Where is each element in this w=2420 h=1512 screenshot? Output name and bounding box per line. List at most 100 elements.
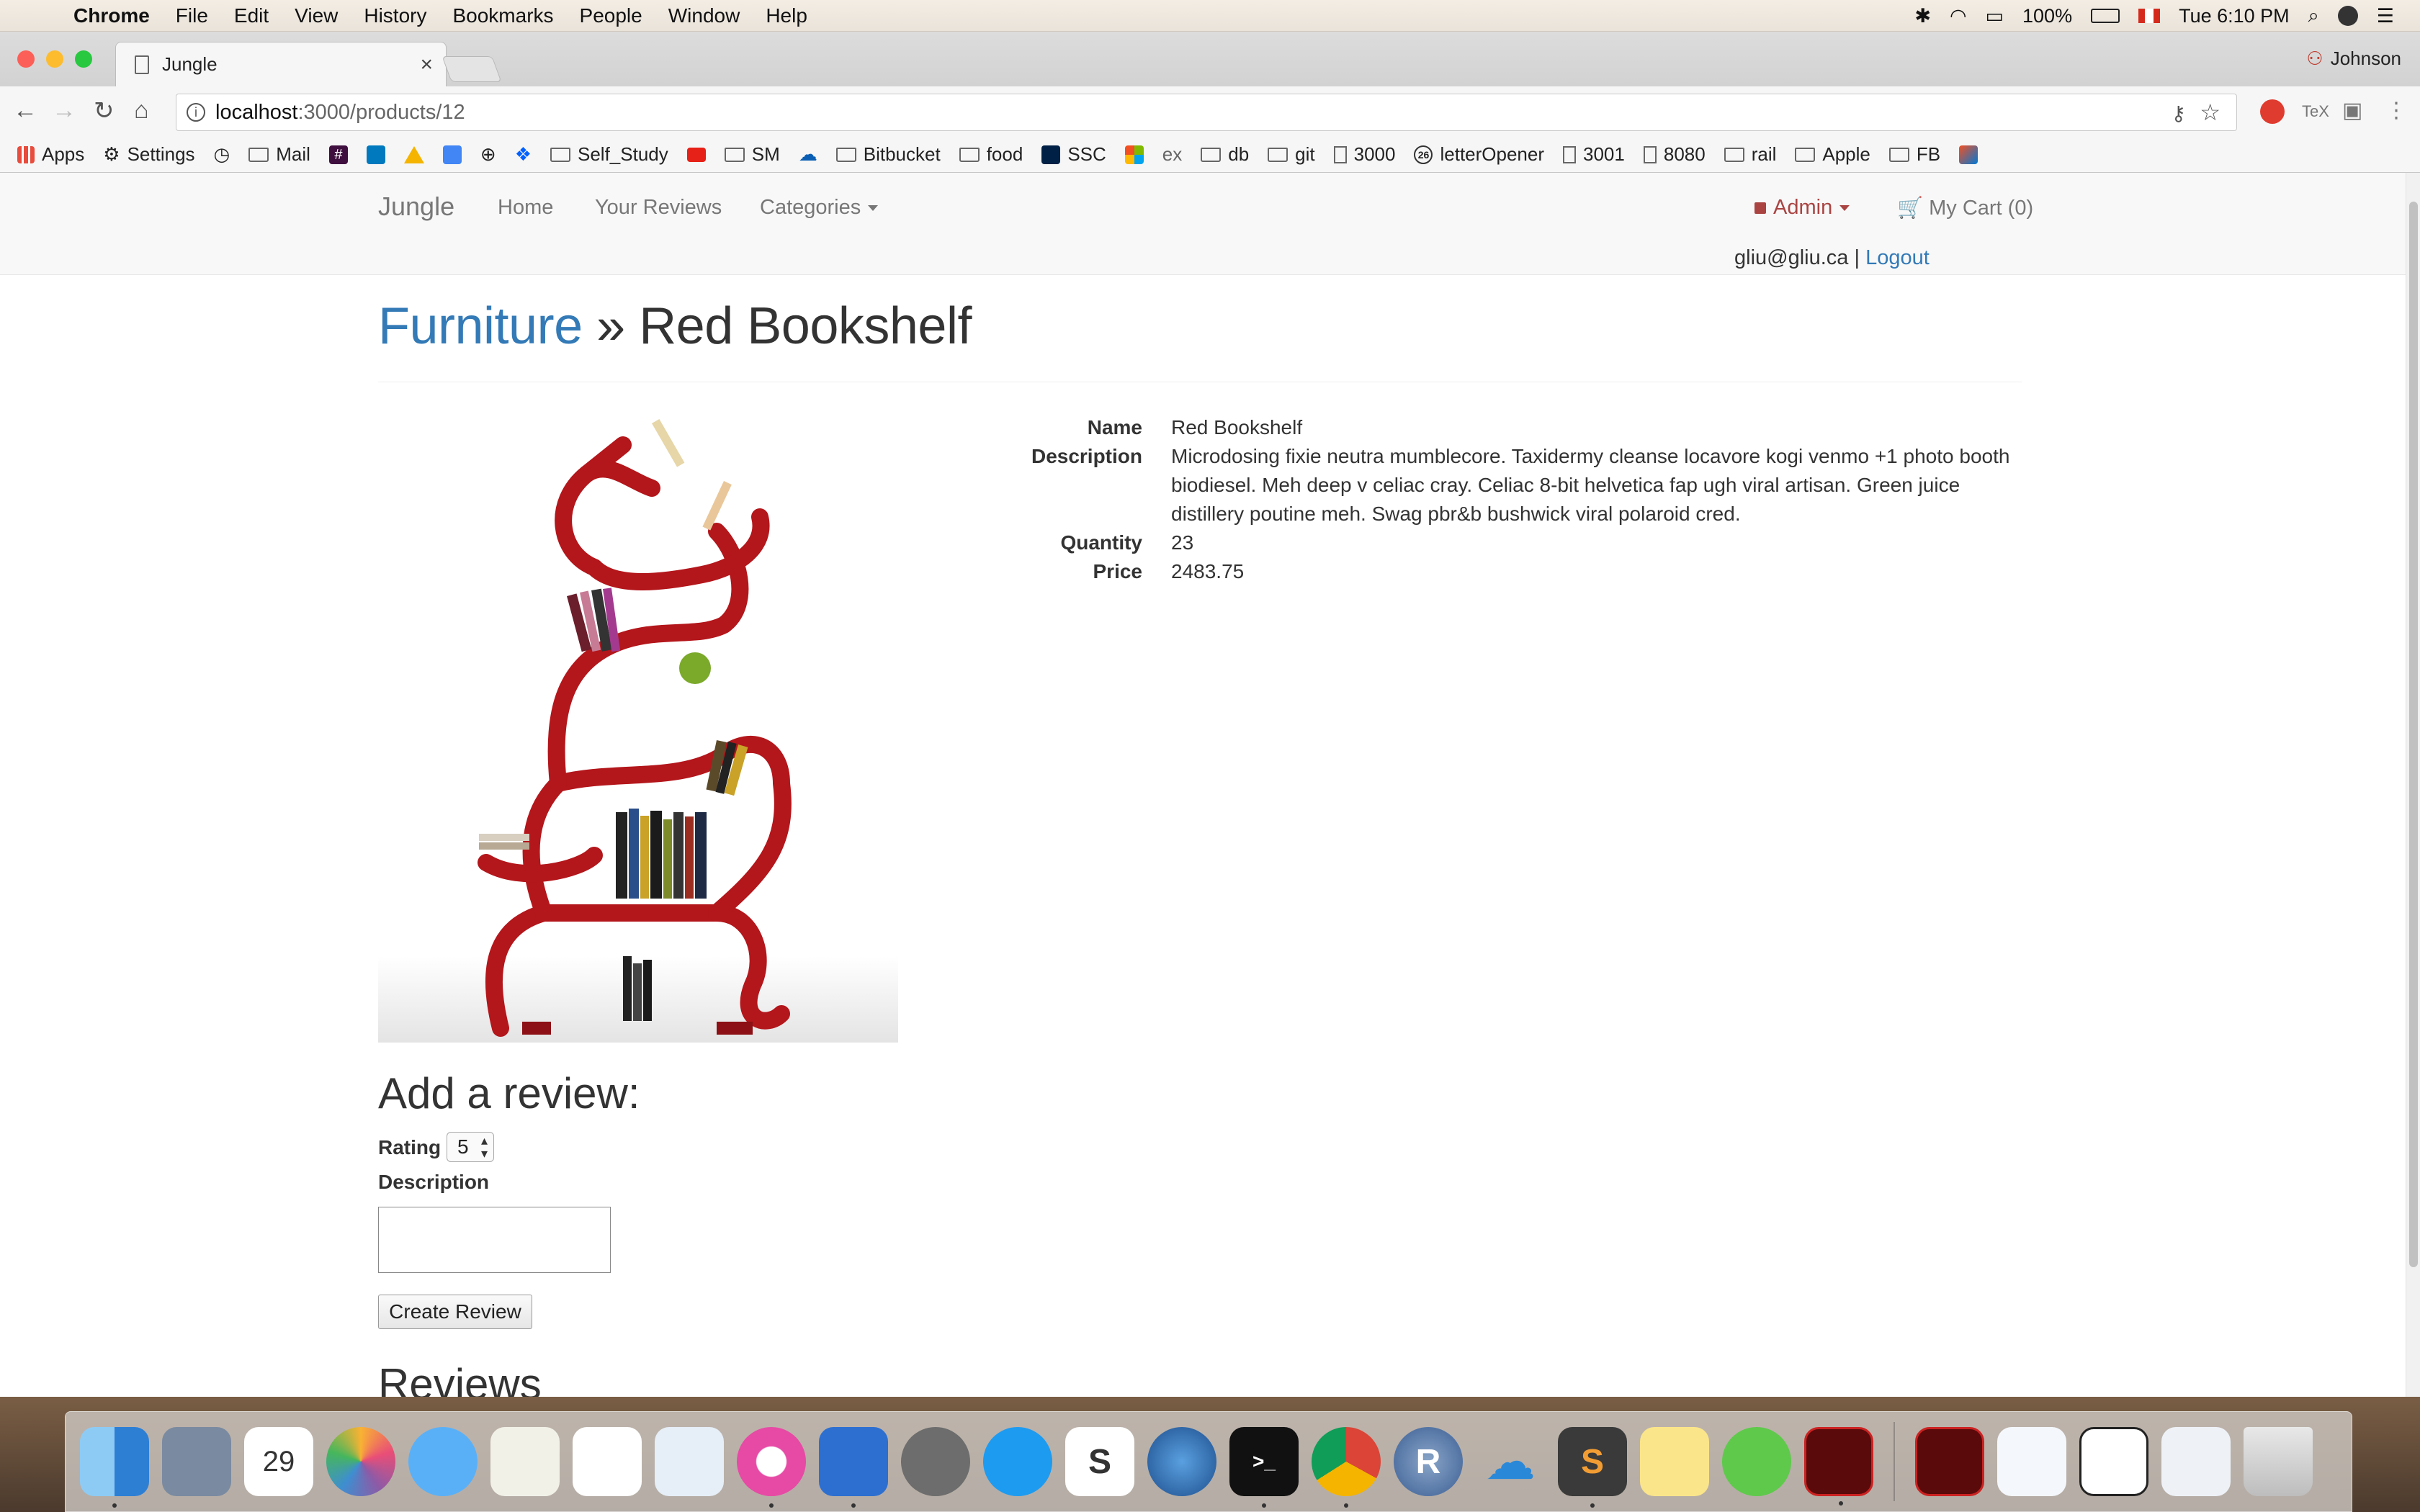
chrome-menu-icon[interactable]: ⋮ [2385, 98, 2407, 123]
bookmark-db[interactable]: db [1201, 143, 1249, 166]
flag-icon[interactable] [2138, 9, 2161, 23]
chrome-icon[interactable] [1312, 1427, 1381, 1508]
globe-icon[interactable] [1147, 1427, 1216, 1496]
bookmark-microsoft[interactable] [1124, 145, 1144, 164]
bookmark-fb[interactable]: FB [1888, 143, 1940, 166]
xcode-icon[interactable] [819, 1427, 888, 1508]
menu-app-name[interactable]: Chrome [60, 4, 163, 27]
bookmark-letteropener[interactable]: 26 letterOpener [1414, 143, 1544, 166]
bookmark-onedrive[interactable]: ☁ [799, 143, 817, 166]
rating-select[interactable]: 5 ▴ ▾ [447, 1132, 494, 1162]
scrollbar-thumb[interactable] [2409, 202, 2418, 1267]
r-icon[interactable]: R [1394, 1427, 1463, 1496]
finder-icon[interactable] [80, 1427, 149, 1508]
bookmark-drive[interactable] [403, 145, 424, 163]
pages-icon[interactable] [490, 1427, 560, 1496]
menu-clock[interactable]: Tue 6:10 PM [2179, 5, 2290, 27]
nav-your-reviews[interactable]: Your Reviews [595, 196, 722, 220]
blank-document-icon[interactable] [2079, 1427, 2148, 1496]
bookmark-trello[interactable] [366, 145, 385, 164]
bluetooth-icon[interactable]: ✱ [1914, 5, 1931, 27]
bookmark-settings[interactable]: ⚙ Settings [103, 143, 194, 166]
photos-icon[interactable] [326, 1427, 395, 1496]
bookmark-sm[interactable]: SM [724, 143, 780, 166]
mail-icon[interactable] [162, 1427, 231, 1496]
forward-arrow-icon[interactable]: → [52, 96, 76, 125]
nav-categories-dropdown[interactable]: Categories [760, 196, 879, 220]
reload-icon[interactable]: ↻ [94, 96, 115, 125]
bookmark-bitbucket[interactable]: Bitbucket [835, 143, 941, 166]
menu-people[interactable]: People [567, 4, 655, 27]
browser-tab[interactable]: Jungle × [115, 42, 447, 86]
close-window-button[interactable] [17, 50, 35, 68]
system-preferences-icon[interactable] [901, 1427, 970, 1496]
bookmark-dropbox[interactable]: ❖ [515, 143, 532, 166]
close-tab-icon[interactable]: × [420, 53, 433, 77]
bookmark-git[interactable]: git [1268, 143, 1315, 166]
description-textarea[interactable] [378, 1207, 611, 1273]
camera-extension-icon[interactable]: ▣ [2342, 98, 2362, 123]
new-tab-button[interactable] [442, 56, 502, 82]
zoom-window-button[interactable] [75, 50, 92, 68]
menu-file[interactable]: File [163, 4, 221, 27]
tex-extension-icon[interactable]: TeX [2302, 102, 2329, 121]
home-icon[interactable]: ⌂ [134, 96, 149, 125]
menu-edit[interactable]: Edit [221, 4, 282, 27]
bookmark-ssc[interactable]: SSC [1041, 143, 1106, 166]
minimize-window-button[interactable] [46, 50, 63, 68]
category-link[interactable]: Furniture [378, 297, 583, 355]
bookmark-food[interactable]: food [959, 143, 1023, 166]
keynote-icon[interactable] [655, 1427, 724, 1496]
spotlight-search-icon[interactable]: ⌕ [2308, 4, 2319, 27]
bookmark-history[interactable]: ◷ [214, 143, 230, 166]
menu-view[interactable]: View [282, 4, 351, 27]
notification-center-icon[interactable]: ☰ [2377, 5, 2394, 27]
downloads-stack-icon[interactable] [2161, 1427, 2231, 1496]
nav-home[interactable]: Home [498, 196, 553, 220]
bookmark-ex[interactable]: ex [1162, 143, 1182, 166]
acrobat-document-icon[interactable] [1915, 1427, 1984, 1496]
acrobat-icon[interactable] [1804, 1427, 1873, 1506]
terminal-icon[interactable]: >_ [1229, 1427, 1299, 1508]
page-scrollbar[interactable] [2406, 173, 2420, 1397]
wifi-icon[interactable]: ◠ [1950, 5, 1967, 27]
bookmark-translate[interactable] [442, 145, 462, 164]
address-bar[interactable]: i localhost:3000/products/12 ⚷ ☆ [176, 94, 2237, 131]
cart-link[interactable]: 🛒 My Cart (0) [1897, 196, 2033, 220]
numbers-icon[interactable] [573, 1427, 642, 1496]
adblock-icon[interactable] [2260, 99, 2285, 124]
logout-link[interactable]: Logout [1865, 246, 1930, 269]
airplay-icon[interactable]: ▭ [1986, 5, 2004, 27]
menu-history[interactable]: History [351, 4, 439, 27]
bookmark-3001[interactable]: 3001 [1563, 143, 1625, 166]
app-store-icon[interactable] [983, 1427, 1052, 1496]
bookmark-mail[interactable]: Mail [248, 143, 310, 166]
siri-icon[interactable] [2337, 6, 2358, 26]
bookmark-star-icon[interactable]: ☆ [2200, 99, 2220, 126]
bookmark-8080[interactable]: 8080 [1643, 143, 1706, 166]
bookmark-apps[interactable]: Apps [17, 143, 84, 166]
site-brand[interactable]: Jungle [378, 192, 454, 222]
itunes-icon[interactable] [737, 1427, 806, 1508]
bookmark-apple[interactable]: Apple [1795, 143, 1870, 166]
notes-icon[interactable] [1640, 1427, 1709, 1496]
bookmark-self-study[interactable]: Self_Study [550, 143, 668, 166]
onedrive-icon[interactable]: ☁ [1476, 1427, 1545, 1496]
back-arrow-icon[interactable]: ← [13, 96, 37, 125]
bookmark-3000[interactable]: 3000 [1333, 143, 1395, 166]
info-icon[interactable]: i [187, 103, 205, 122]
battery-icon[interactable] [2091, 9, 2120, 23]
bookmark-youtube[interactable] [686, 147, 706, 162]
menu-help[interactable]: Help [753, 4, 820, 27]
create-review-button[interactable]: Create Review [378, 1295, 532, 1329]
admin-dropdown[interactable]: Admin [1754, 196, 1850, 220]
key-icon[interactable]: ⚷ [2171, 102, 2186, 125]
menu-bookmarks[interactable]: Bookmarks [439, 4, 566, 27]
menu-window[interactable]: Window [655, 4, 753, 27]
bookmark-rail[interactable]: rail [1724, 143, 1776, 166]
bookmark-target[interactable]: ⊕ [480, 143, 496, 166]
spreadsheet-document-icon[interactable] [1997, 1427, 2066, 1496]
calendar-icon[interactable]: 29 [244, 1427, 313, 1496]
bookmark-office[interactable] [1959, 145, 1978, 164]
wechat-icon[interactable] [1722, 1427, 1791, 1496]
